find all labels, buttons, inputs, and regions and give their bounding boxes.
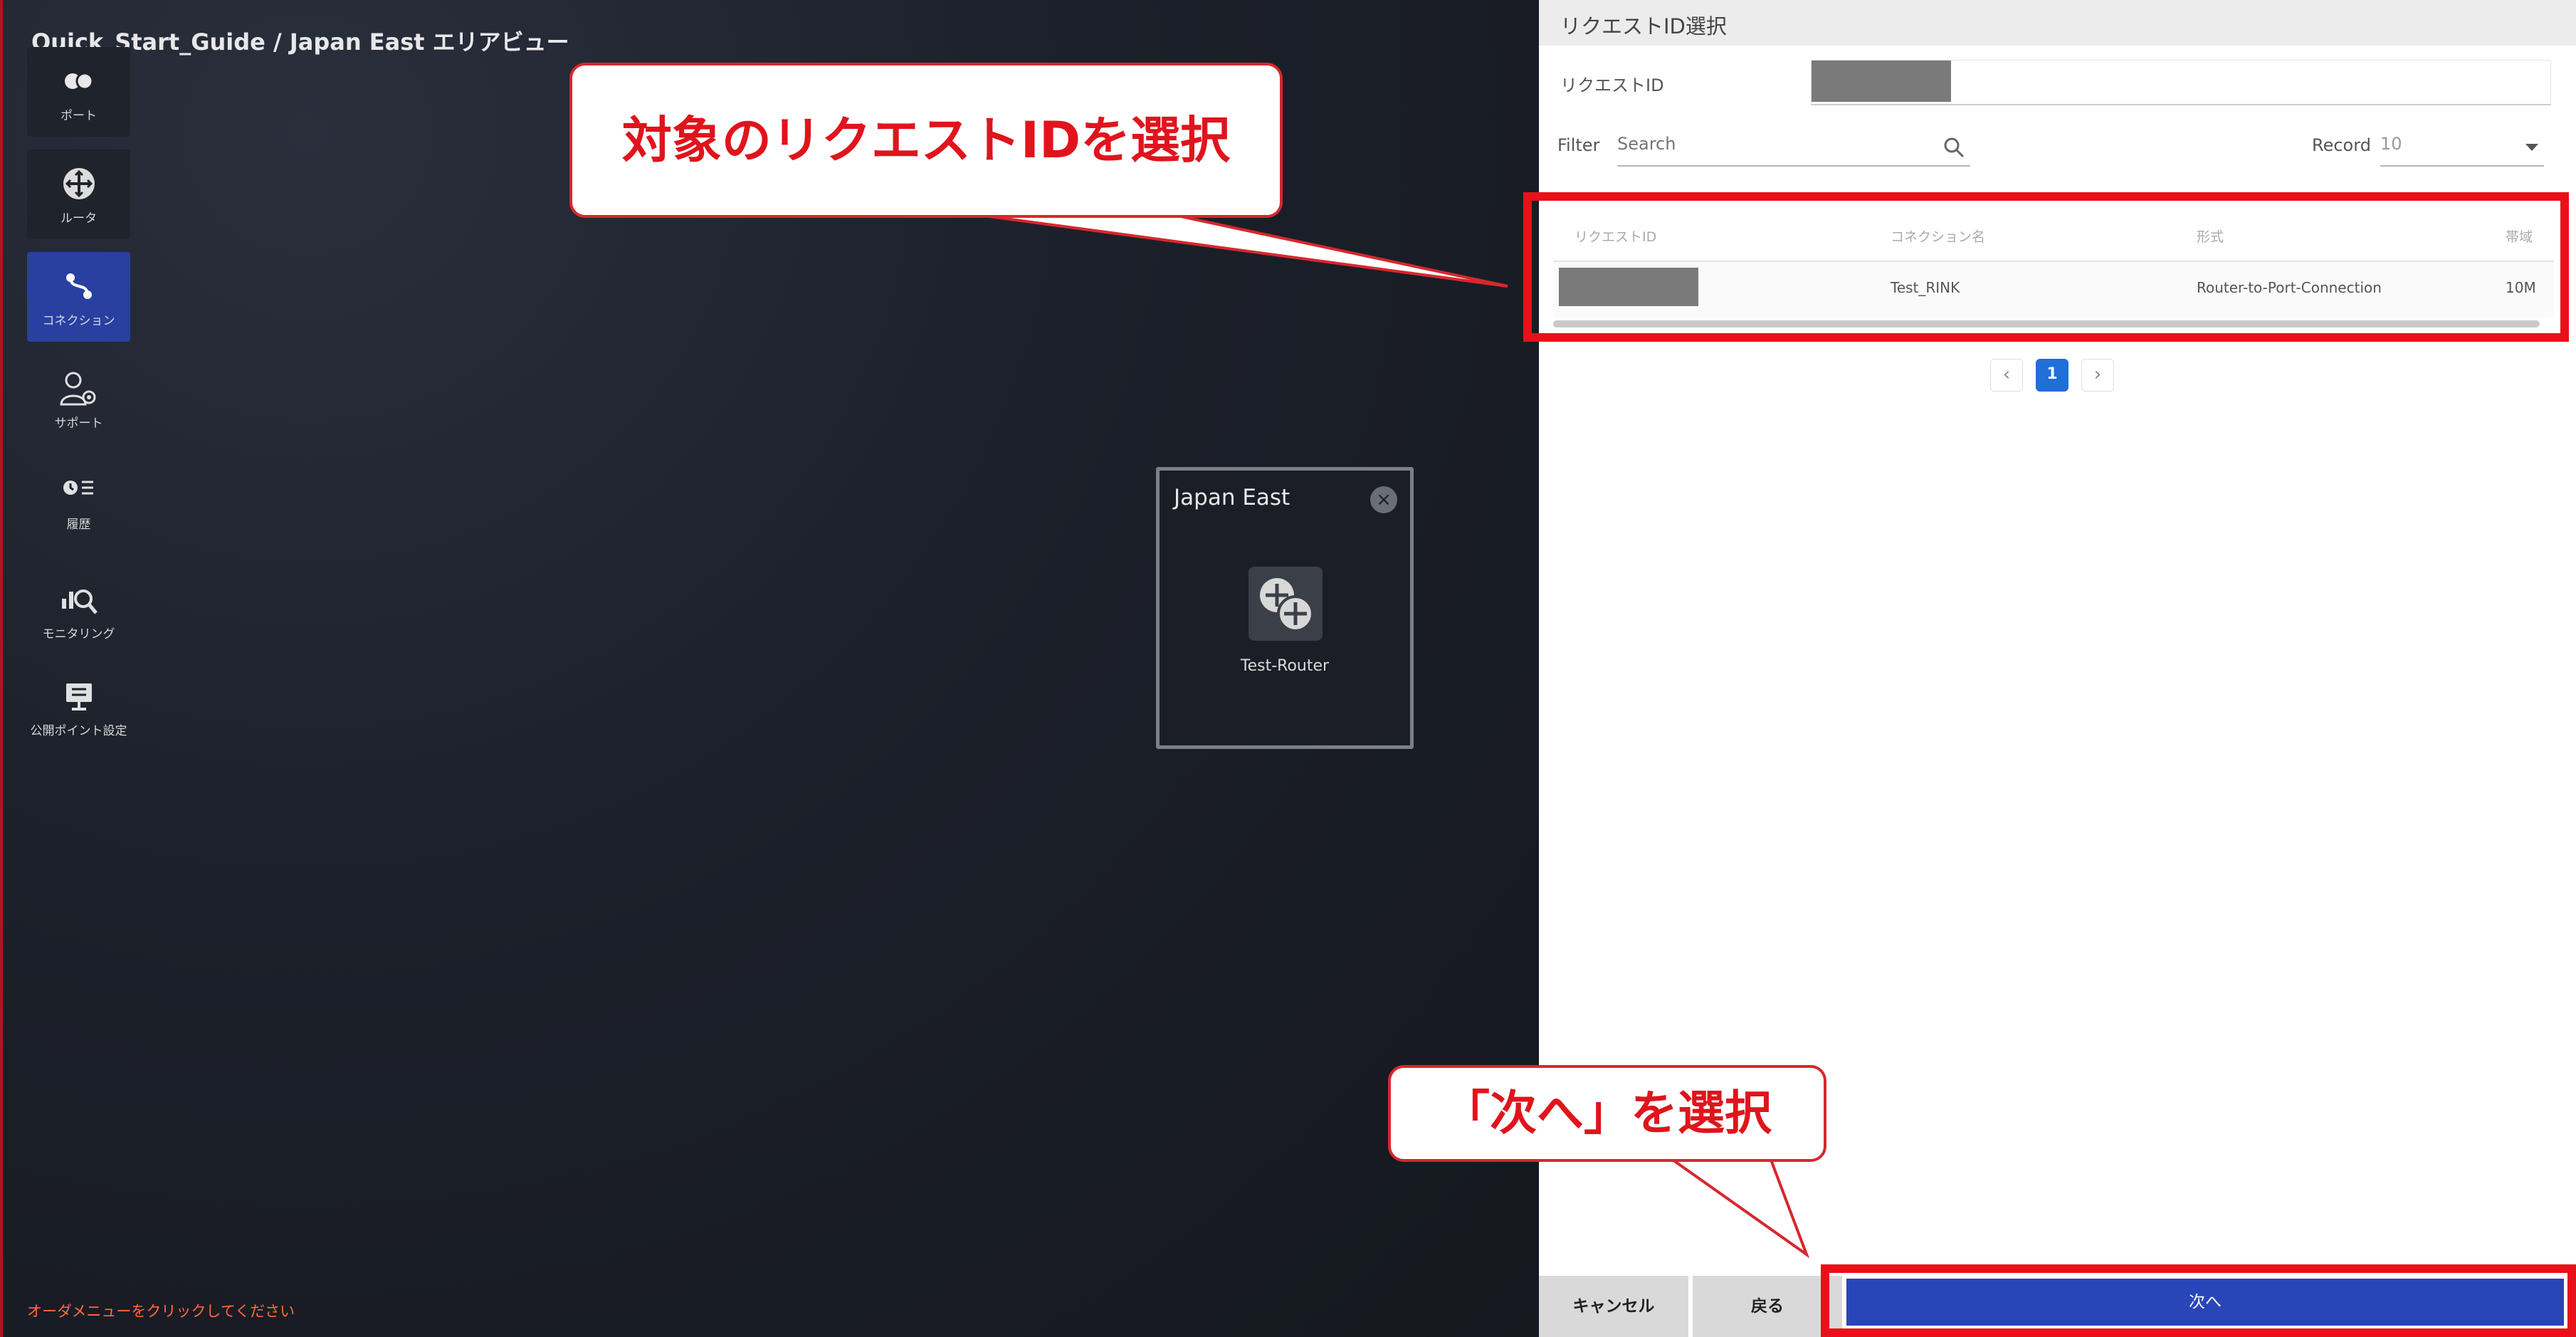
callout-select-request-id: 対象のリクエストIDを選択 — [569, 63, 1283, 218]
callout-tail-top — [967, 212, 1810, 1259]
app-root: Quick_Start_Guide / Japan East エリアビュー ポー… — [0, 0, 2576, 1337]
callout-select-next: 「次へ」を選択 — [1388, 1065, 1826, 1162]
